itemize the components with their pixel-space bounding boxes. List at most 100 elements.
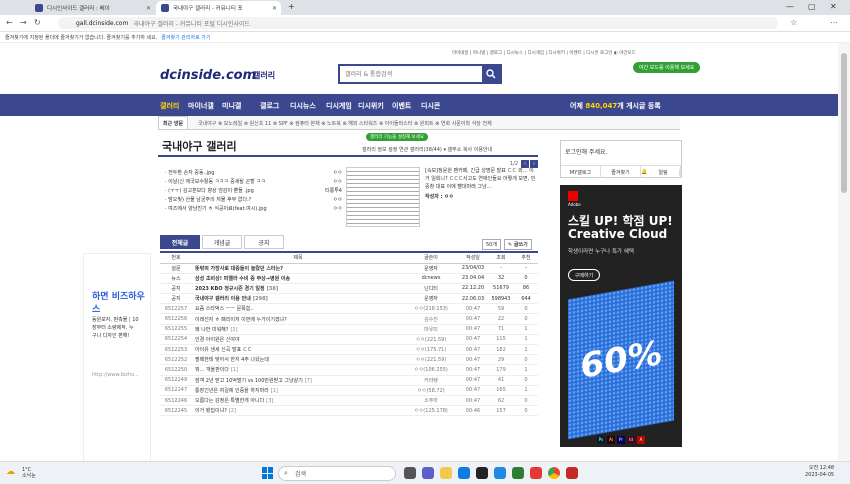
side-ad[interactable]: 하면 비즈하우스 동원모자, 판촉물 | 10 장부터 소량제작, 누 구나 디… — [83, 253, 151, 461]
list-item[interactable]: · (ㅜㅜ) 김고훈보다 향상 엄감이 뿐들 .jpg 티롱투4 — [165, 187, 342, 196]
news-preview[interactable]: [속보]정윤원 팬카페, 긴급 성명문 발표 ㄷㄷ 와... 이거 일회니? ㄷ… — [425, 167, 537, 201]
reload-icon[interactable]: ↻ — [34, 18, 41, 27]
comment-count[interactable]: [3] — [266, 398, 273, 404]
count-select[interactable]: 50개 — [482, 239, 501, 250]
tab-concept[interactable]: 개념글 — [202, 235, 242, 249]
maximize-icon[interactable]: ▢ — [808, 2, 816, 11]
favorites-button[interactable]: 즐겨찾기 — [601, 166, 641, 178]
table-row[interactable]: 6512250 뭐... 개울판이다 [1] ㅇㅇ(106.255) 00:47 179 1 — [160, 364, 538, 376]
next-icon[interactable]: › — [530, 160, 538, 168]
adobe-ad[interactable]: Adobe 스킬 UP! 학점 UP! Creative Cloud 학생이라면… — [560, 185, 682, 447]
post-author[interactable]: 커라탱 — [404, 375, 458, 386]
close-window-icon[interactable]: ✕ — [830, 2, 837, 11]
post-subject[interactable]: 국내야구 갤러리 이용 안내 [298] — [192, 293, 404, 305]
post-author[interactable]: ㅇㅇ(218.153) — [404, 303, 458, 315]
recent-visit-label[interactable]: 최근 방문 — [158, 116, 189, 130]
nav-dcwiki[interactable]: 디시위키 — [358, 101, 384, 111]
post-author[interactable]: dcnews — [404, 273, 458, 284]
table-row[interactable]: 설문 뜻밖의 가장사로 대중들이 놀랐던 스타는? 운영자 23/04/03- - — [160, 263, 538, 274]
table-row[interactable]: 6512257 요즘 스타벅스 ㅡㅡ 문폭힘.. ㅇㅇ(218.153) 00:47 5… — [160, 303, 538, 315]
post-author[interactable]: ㅇㅇ(106.255) — [404, 364, 458, 376]
ad-buy-button[interactable]: 구매하기 — [568, 269, 600, 281]
browser-tab-2[interactable]: 국내야구 갤러리 - 커뮤니티 포 ✕ — [156, 1, 281, 15]
close-tab-icon[interactable]: ✕ — [146, 5, 151, 12]
post-author[interactable]: ㅇㅇ(221.59) — [404, 334, 458, 346]
comment-count[interactable]: [1] — [271, 388, 278, 394]
post-subject[interactable]: 뭐... 개울판이다 [1] — [192, 364, 404, 376]
comment-count[interactable]: [7] — [305, 378, 312, 384]
post-subject[interactable]: 왜 나만 미워해? [2] — [192, 324, 404, 335]
post-author[interactable]: ㅇㅇ(175.71) — [404, 344, 458, 356]
menu-icon[interactable]: ⋯ — [830, 18, 838, 27]
post-subject[interactable]: 펄떼한테 맞아서 한지 4주 나왔는데 — [192, 354, 404, 366]
close-tab-icon[interactable]: ✕ — [272, 5, 277, 12]
file-explorer-icon[interactable] — [440, 467, 452, 479]
gallery-title[interactable]: 국내야구 갤러리 — [162, 138, 237, 154]
teams-icon[interactable] — [422, 467, 434, 479]
post-author[interactable]: 운영자 — [404, 263, 458, 274]
post-subject[interactable]: 2023 KBO 정규시즌 경기 일정 [38] — [192, 283, 404, 295]
list-item[interactable]: · 여즈에서 양냥친기 ㅎ 식공이료(feat.여시).jpg ㅇㅇ — [165, 205, 342, 214]
forward-icon[interactable]: → — [20, 18, 27, 27]
gallery-tools[interactable]: 갤러리 정보 설정 연관 갤러리(38/44) ▾ 갤주소 복사 이용안내 — [362, 146, 492, 153]
tab-all[interactable]: 전체글 — [160, 235, 200, 249]
my-gallog-button[interactable]: MY갤로그 — [561, 166, 601, 178]
nav-dccon[interactable]: 디시콘 — [421, 101, 440, 111]
star-icon[interactable]: ☆ — [790, 18, 797, 27]
chrome-icon[interactable] — [548, 467, 560, 479]
table-row[interactable]: 뉴스 삼성 초비상! 피렐라 수비 중 부상→병원 이송 dcnews 23.04.0… — [160, 273, 538, 284]
bookmark-manager-link[interactable]: 즐겨찾기 관리자로 가기 — [161, 34, 210, 41]
post-author[interactable]: ㅇㅇ(221.59) — [404, 354, 458, 366]
nav-gallog[interactable]: 갤로그 — [260, 101, 279, 111]
app-icon[interactable] — [494, 467, 506, 479]
store-icon[interactable] — [476, 467, 488, 479]
news-thumbnail[interactable] — [346, 167, 420, 227]
post-author[interactable]: ㅇㅇ(125.178) — [404, 405, 458, 417]
top-links[interactable]: 마이네일 | 마니빌 | 갤로그 | 디시뉴스 | 디시게임 | 디시위키 | … — [452, 50, 636, 56]
list-item[interactable]: · 밤오빛) 산물 남궁주의 저물 후부 없다.? ㅇㅇ — [165, 196, 342, 205]
post-author[interactable]: 마유미 — [404, 324, 458, 335]
post-subject[interactable]: 아이유 생세 신곡 발표 ㄷㄷ — [192, 344, 404, 356]
site-logo[interactable]: dcinside.com — [160, 68, 256, 83]
table-row[interactable]: 6512249 잠객 2년 받고 10억벌기 vs 100만원받고 그냥살기 [7]… — [160, 375, 538, 386]
table-row[interactable]: 공지 국내야구 갤러리 이용 안내 [298] 운영자 22.06.03 598943 64… — [160, 293, 538, 305]
table-row[interactable]: 6512256 이래선지 ㅎ 패리이저 이번에 누가이기겠냐? 김수진 00:47 22… — [160, 313, 538, 325]
nav-dcnews[interactable]: 디시뉴스 — [290, 101, 316, 111]
scrollbar-thumb[interactable] — [841, 53, 847, 193]
comment-count[interactable]: [2] — [230, 327, 237, 333]
post-author[interactable]: ㅇㅇ(58.72) — [404, 385, 458, 396]
browser-tab-1[interactable]: 디시인사이드 갤러리 : 베이 ✕ — [30, 1, 155, 15]
gallery-setting-badge[interactable]: 갤러리 기능을 설정해 보세요 — [366, 133, 428, 141]
post-subject[interactable]: 요즘 스타벅스 ㅡㅡ 문폭힘.. — [192, 303, 404, 315]
taskbar-search[interactable]: ⌕ 검색 — [278, 466, 396, 481]
back-icon[interactable]: ← — [6, 18, 13, 27]
search-button[interactable] — [482, 66, 500, 82]
post-author[interactable]: 닌디티 — [404, 283, 458, 295]
post-subject[interactable]: 잠객 2년 받고 10억벌기 vs 100만원받고 그냥살기 [7] — [192, 375, 404, 386]
post-subject[interactable]: 이래선지 ㅎ 패리이저 이번에 누가이기겠냐? — [192, 313, 404, 325]
post-subject[interactable]: 오름다는 감정은 특별한게 아니다 [3] — [192, 395, 404, 407]
table-row[interactable]: 공지 2023 KBO 정규시즌 경기 일정 [38] 닌디티 22.12.20 5167… — [160, 283, 538, 295]
nav-minor-gallery[interactable]: 마이너갤 — [188, 101, 214, 111]
post-subject[interactable]: 뜻밖의 가장사로 대중들이 놀랐던 스타는? — [192, 263, 404, 274]
nav-gallery[interactable]: 갤러리 — [160, 101, 179, 111]
post-subject[interactable]: 인경 아이원은 신야야 — [192, 334, 404, 346]
table-row[interactable]: 6512252 펄떼한테 맞아서 한지 4주 나왔는데 ㅇㅇ(221.59) 00:4… — [160, 354, 538, 366]
tab-notice[interactable]: 공지 — [244, 235, 284, 249]
post-author[interactable]: 김수진 — [404, 313, 458, 325]
weather-widget[interactable]: 1°C 소낙눈 — [22, 467, 36, 479]
post-author[interactable]: 운영자 — [404, 293, 458, 305]
darkmode-button[interactable]: 야간 모드를 이용해 보세요 — [633, 62, 701, 73]
table-row[interactable]: 6512253 아이유 생세 신곡 발표 ㄷㄷ ㅇㅇ(175.71) 00:47 182… — [160, 344, 538, 356]
nav-mini-gallery[interactable]: 미니갤 — [222, 101, 241, 111]
scrollbar[interactable] — [838, 43, 850, 461]
start-icon[interactable] — [262, 467, 274, 479]
site-logo-sub[interactable]: 갤러리 — [253, 70, 275, 81]
task-view-icon[interactable] — [404, 467, 416, 479]
post-subject[interactable]: 통장긴년은 여길에 인증을 하지마라 [1] — [192, 385, 404, 396]
table-row[interactable]: 6512255 왜 나만 미워해? [2] 마유미 00:47 71 1 — [160, 324, 538, 335]
list-item[interactable]: · 전두환 손자 중동..jpg ㅇㅇ — [165, 169, 342, 178]
comment-count[interactable]: [1] — [231, 367, 238, 373]
post-author[interactable]: 소주마 — [404, 395, 458, 407]
list-item[interactable]: · 이날(신 애국보수활동 ㅋㅋㅋ 중세될 곤할 ㅋㅋ ㅇㅇ — [165, 178, 342, 187]
